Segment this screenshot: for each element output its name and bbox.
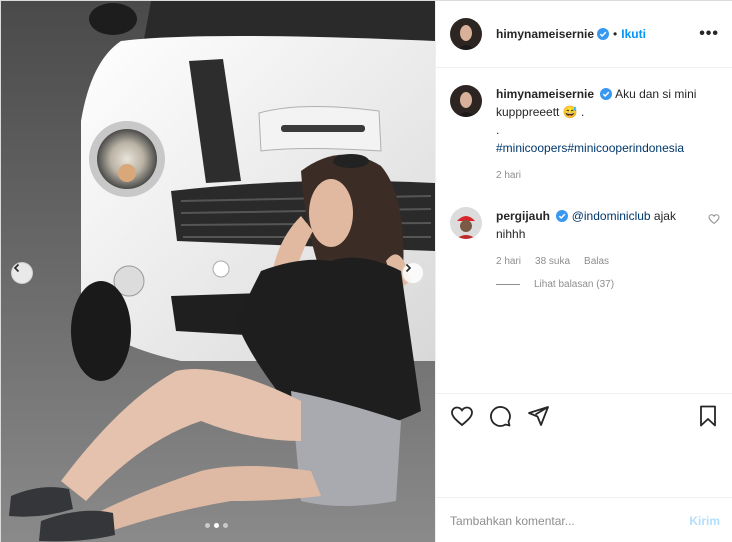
post-photo xyxy=(1,1,435,542)
like-button[interactable] xyxy=(448,402,476,430)
share-button[interactable] xyxy=(524,402,552,430)
comment-button[interactable] xyxy=(486,402,514,430)
comment-meta: 2 hari 38 suka Balas xyxy=(496,253,700,271)
caption-entry: himynameisernie Aku dan si mini kupppree… xyxy=(450,85,720,185)
carousel-dot xyxy=(205,523,210,528)
caption-dot-line: . xyxy=(496,123,500,137)
carousel-indicator xyxy=(205,523,228,528)
caption-hashtags[interactable]: #minicoopers#minicooperindonesia xyxy=(496,139,720,157)
paper-plane-icon xyxy=(528,405,549,426)
caption-author-username[interactable]: himynameisernie xyxy=(496,87,594,101)
save-button[interactable] xyxy=(694,402,722,430)
caption-body: himynameisernie Aku dan si mini kupppree… xyxy=(496,85,720,185)
reply-button[interactable]: Balas xyxy=(584,253,609,271)
caption-meta: 2 hari xyxy=(496,167,720,185)
caption-author-avatar[interactable] xyxy=(450,85,482,117)
post-media[interactable] xyxy=(1,1,435,542)
comment-body: pergijauh @indominiclub ajak nihhh 2 har… xyxy=(496,207,700,271)
avatar-image xyxy=(450,207,482,239)
comment-mention[interactable]: @indominiclub xyxy=(572,209,651,223)
avatar-image xyxy=(450,18,482,50)
comment-bubble-icon xyxy=(490,405,511,427)
verified-badge-icon xyxy=(597,28,610,40)
author-username[interactable]: himynameisernie xyxy=(496,27,594,41)
chevron-left-icon xyxy=(13,263,20,273)
verified-badge-icon xyxy=(600,88,613,100)
carousel-dot-active xyxy=(214,523,219,528)
post-header: himynameisernie • Ikuti ••• xyxy=(436,1,732,68)
follow-button[interactable]: Ikuti xyxy=(621,27,646,41)
heart-icon xyxy=(451,406,473,426)
header-separator: • xyxy=(613,27,618,41)
heart-icon[interactable] xyxy=(708,213,720,225)
chevron-right-icon xyxy=(405,263,412,273)
next-slide-button[interactable] xyxy=(402,262,424,284)
commenter-avatar[interactable] xyxy=(450,207,482,239)
comment-likes[interactable]: 38 suka xyxy=(535,253,570,271)
comments-section[interactable]: himynameisernie Aku dan si mini kupppree… xyxy=(436,69,732,391)
replies-divider xyxy=(496,284,520,285)
more-options-button[interactable]: ••• xyxy=(699,25,719,43)
post-side-panel: himynameisernie • Ikuti ••• himynameiser… xyxy=(435,1,732,542)
post-comment-button[interactable]: Kirim xyxy=(689,514,720,528)
add-comment-bar: Kirim xyxy=(436,497,732,542)
bookmark-icon xyxy=(700,405,716,426)
avatar-image xyxy=(450,85,482,117)
view-replies-label: Lihat balasan (37) xyxy=(534,279,615,290)
comment-time[interactable]: 2 hari xyxy=(496,253,521,271)
view-replies-button[interactable]: Lihat balasan (37) xyxy=(496,279,720,290)
comment-input[interactable] xyxy=(450,513,690,528)
instagram-post: himynameisernie • Ikuti ••• himynameiser… xyxy=(0,0,732,542)
post-actions xyxy=(436,393,732,437)
verified-badge-icon xyxy=(556,210,569,222)
caption-time[interactable]: 2 hari xyxy=(496,167,521,185)
carousel-dot xyxy=(223,523,228,528)
author-avatar[interactable] xyxy=(450,18,482,50)
previous-slide-button[interactable] xyxy=(11,262,33,284)
commenter-username[interactable]: pergijauh xyxy=(496,209,550,223)
comment-entry: pergijauh @indominiclub ajak nihhh 2 har… xyxy=(450,207,720,271)
